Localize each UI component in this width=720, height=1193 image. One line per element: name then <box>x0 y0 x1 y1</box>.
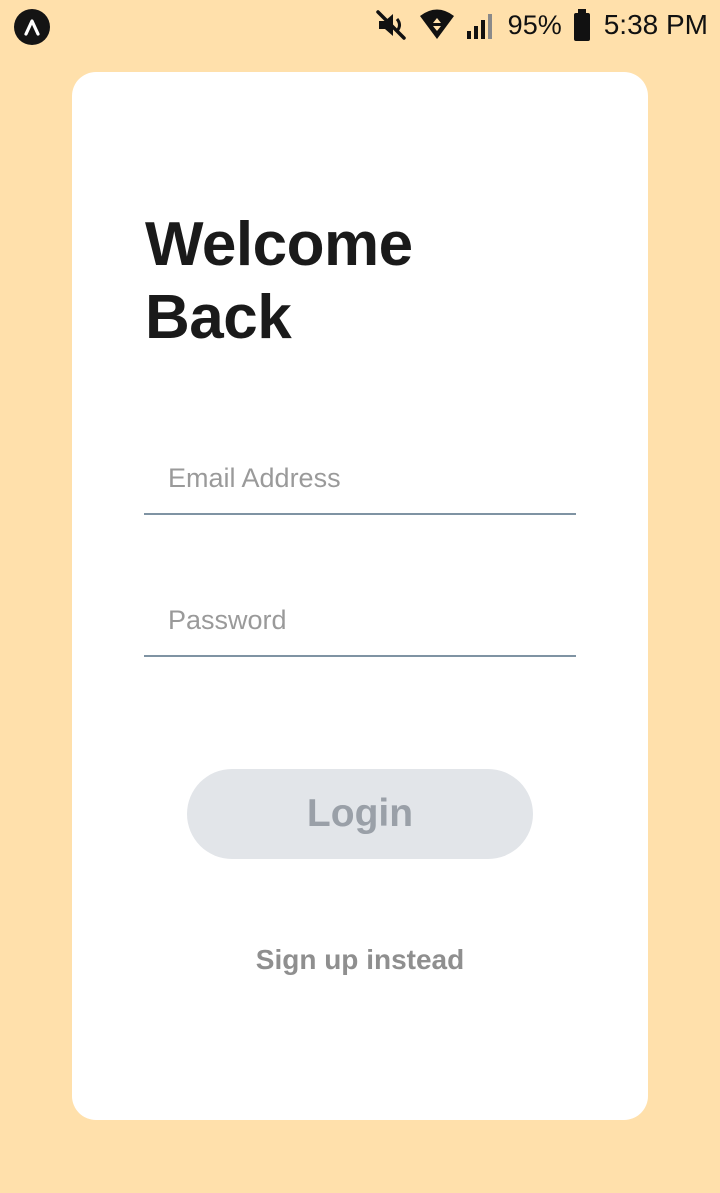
battery-icon <box>572 8 592 42</box>
page-title: Welcome Back <box>145 210 413 352</box>
login-card: Welcome Back Login Sign up instead <box>72 72 648 1120</box>
status-indicators: 95% 5:38 PM <box>374 6 708 44</box>
volume-off-icon <box>374 8 408 42</box>
battery-percentage: 95% <box>507 9 562 40</box>
astro-caret-icon <box>14 9 50 45</box>
email-input[interactable] <box>144 444 576 513</box>
clock: 5:38 PM <box>603 9 708 40</box>
login-button[interactable]: Login <box>187 769 533 859</box>
password-input[interactable] <box>144 586 576 655</box>
password-field[interactable] <box>144 586 576 657</box>
sign-up-link[interactable]: Sign up instead <box>72 944 648 976</box>
status-bar: 95% 5:38 PM <box>0 0 720 50</box>
cellular-signal-icon <box>466 10 498 40</box>
email-field[interactable] <box>144 444 576 515</box>
wifi-data-transfer-icon <box>418 8 456 42</box>
